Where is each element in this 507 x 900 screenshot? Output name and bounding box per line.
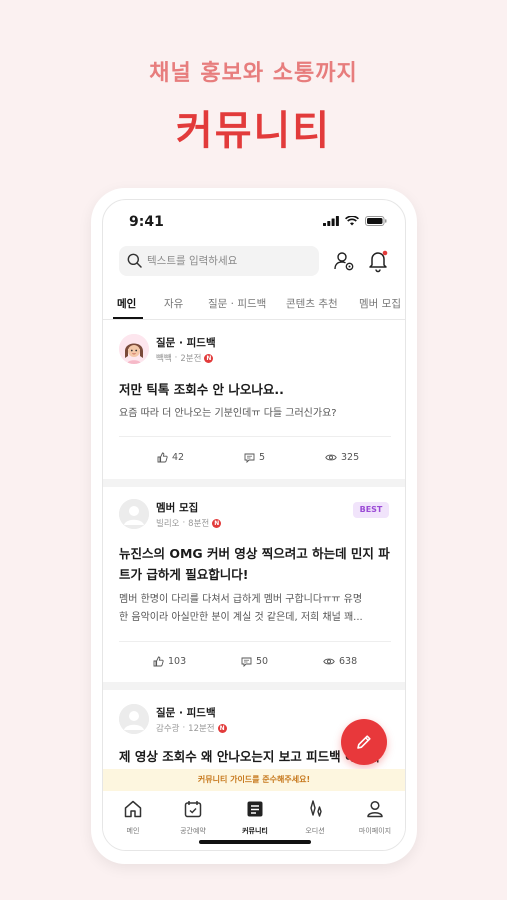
home-icon bbox=[124, 800, 142, 818]
post-meta: 감수광 · 12분전 N bbox=[156, 723, 227, 734]
tab-main[interactable]: 메인 bbox=[117, 288, 136, 311]
new-badge: N bbox=[217, 723, 227, 733]
like-count: 103 bbox=[168, 656, 187, 667]
notification-bell-icon[interactable] bbox=[367, 249, 389, 277]
person-icon bbox=[367, 800, 383, 818]
post-excerpt: 멤버 한명이 다리를 다쳐서 급하게 멤버 구합니다ㅠㅠ 유명 한 음악이라 아… bbox=[119, 591, 391, 627]
pencil-icon bbox=[357, 735, 371, 749]
post-divider bbox=[119, 641, 391, 642]
post-author: 빽빽 bbox=[156, 354, 172, 364]
nav-mypage[interactable]: 마이페이지 bbox=[345, 799, 405, 836]
nav-label: 공간예약 bbox=[180, 827, 206, 835]
new-badge: N bbox=[204, 353, 214, 363]
post-excerpt-line: 멤버 한명이 다리를 다쳐서 급하게 멤버 구합니다ㅠㅠ 유명 bbox=[119, 594, 363, 605]
avatar bbox=[119, 704, 149, 734]
post-author: 감수광 bbox=[156, 724, 180, 734]
signal-icon bbox=[323, 216, 339, 226]
phone-frame: 9:41 텍스트를 입력하세요 메인 자유 질문 · 피드백 콘텐츠 추천 멤버… bbox=[91, 188, 417, 864]
promo-title: 커뮤니티 bbox=[175, 108, 332, 154]
wifi-icon bbox=[345, 216, 359, 226]
post-category: 질문 · 피드백 bbox=[156, 337, 216, 349]
view-stat: 325 bbox=[325, 452, 359, 463]
comment-stat[interactable]: 50 bbox=[241, 656, 268, 667]
search-input[interactable] bbox=[147, 246, 315, 276]
comment-count: 50 bbox=[256, 656, 269, 667]
active-tab-indicator bbox=[113, 317, 143, 319]
search-row bbox=[119, 246, 391, 278]
comment-icon bbox=[241, 657, 252, 667]
nav-home[interactable]: 메인 bbox=[103, 799, 163, 836]
post-title-line: 뉴진스의 OMG 커버 영상 찍으려고 하는데 민지 파 bbox=[119, 546, 390, 561]
thumbs-up-icon bbox=[157, 452, 168, 463]
calendar-icon bbox=[184, 801, 202, 818]
best-badge: BEST bbox=[353, 502, 389, 518]
search-box[interactable] bbox=[119, 246, 319, 276]
like-stat[interactable]: 103 bbox=[153, 656, 186, 667]
tab-content-recommend[interactable]: 콘텐츠 추천 bbox=[286, 288, 338, 311]
post-title-line: 트가 급하게 필요합니다! bbox=[119, 567, 249, 582]
app-screen: 9:41 텍스트를 입력하세요 메인 자유 질문 · 피드백 콘텐츠 추천 멤버… bbox=[102, 199, 406, 851]
comment-stat[interactable]: 5 bbox=[244, 452, 265, 463]
nav-label: 커뮤니티 bbox=[242, 827, 268, 835]
write-post-button[interactable] bbox=[341, 719, 387, 765]
post-time: 2분전 bbox=[180, 354, 202, 364]
post-meta: 빽빽 · 2분전 N bbox=[156, 353, 214, 364]
post-card[interactable]: 멤버 모집 빌리오 · 8분전 N BEST 뉴진스의 OMG 커버 영상 찍으… bbox=[103, 487, 405, 682]
category-tabs: 메인 자유 질문 · 피드백 콘텐츠 추천 멤버 모집 bbox=[103, 288, 405, 320]
view-count: 325 bbox=[341, 452, 360, 463]
tab-question-feedback[interactable]: 질문 · 피드백 bbox=[208, 288, 266, 311]
tab-free[interactable]: 자유 bbox=[164, 288, 183, 311]
post-divider bbox=[119, 436, 391, 437]
nav-audition[interactable]: 오디션 bbox=[285, 799, 345, 836]
post-title[interactable]: 뉴진스의 OMG 커버 영상 찍으려고 하는데 민지 파 트가 급하게 필요합니… bbox=[119, 543, 391, 585]
post-time: 12분전 bbox=[188, 724, 215, 734]
nav-community[interactable]: 커뮤니티 bbox=[225, 799, 285, 836]
nav-label: 오디션 bbox=[305, 827, 325, 835]
like-count: 42 bbox=[172, 452, 185, 463]
search-icon bbox=[127, 253, 142, 268]
eye-icon bbox=[325, 454, 337, 461]
post-separator bbox=[103, 682, 405, 690]
community-guide-banner[interactable]: 커뮤니티 가이드를 준수해주세요! bbox=[103, 769, 405, 791]
nav-space-booking[interactable]: 공간예약 bbox=[163, 799, 223, 836]
post-author: 빌리오 bbox=[156, 519, 180, 529]
tab-member-recruit[interactable]: 멤버 모집 bbox=[359, 288, 401, 311]
post-feed: 질문 · 피드백 빽빽 · 2분전 N 저만 틱톡 조회수 안 나오나요.. 요… bbox=[103, 321, 405, 780]
battery-icon bbox=[365, 216, 387, 226]
view-count: 638 bbox=[339, 656, 358, 667]
avatar bbox=[119, 334, 149, 364]
view-stat: 638 bbox=[323, 656, 357, 667]
avatar bbox=[119, 499, 149, 529]
post-category: 질문 · 피드백 bbox=[156, 707, 216, 719]
notification-dot bbox=[382, 250, 388, 256]
like-stat[interactable]: 42 bbox=[157, 452, 184, 463]
post-separator bbox=[103, 479, 405, 487]
post-category: 멤버 모집 bbox=[156, 502, 199, 514]
comment-icon bbox=[244, 453, 255, 463]
post-time: 8분전 bbox=[188, 519, 210, 529]
promo-subtitle: 채널 홍보와 소통까지 bbox=[149, 61, 358, 86]
board-icon bbox=[247, 801, 263, 817]
post-card[interactable]: 질문 · 피드백 빽빽 · 2분전 N 저만 틱톡 조회수 안 나오나요.. 요… bbox=[103, 321, 405, 479]
comment-count: 5 bbox=[259, 452, 266, 463]
post-excerpt: 요즘 따라 더 안나오는 기분인데ㅠ 다들 그러신가요? bbox=[119, 408, 337, 419]
thumbs-up-icon bbox=[153, 656, 164, 667]
post-excerpt-line: 한 음악이라 아실만한 분이 계실 것 같은데, 저희 채널 꽤... bbox=[119, 612, 363, 623]
eye-icon bbox=[323, 658, 335, 665]
sparkle-icon bbox=[310, 800, 322, 817]
status-bar: 9:41 bbox=[103, 200, 405, 240]
post-meta: 빌리오 · 8분전 N bbox=[156, 518, 222, 529]
nav-label: 메인 bbox=[126, 827, 140, 835]
post-title[interactable]: 저만 틱톡 조회수 안 나오나요.. bbox=[119, 379, 391, 400]
new-badge: N bbox=[212, 518, 222, 528]
profile-settings-icon[interactable] bbox=[333, 250, 355, 272]
status-time: 9:41 bbox=[129, 214, 164, 230]
nav-label: 마이페이지 bbox=[358, 827, 392, 835]
home-indicator bbox=[199, 840, 311, 844]
